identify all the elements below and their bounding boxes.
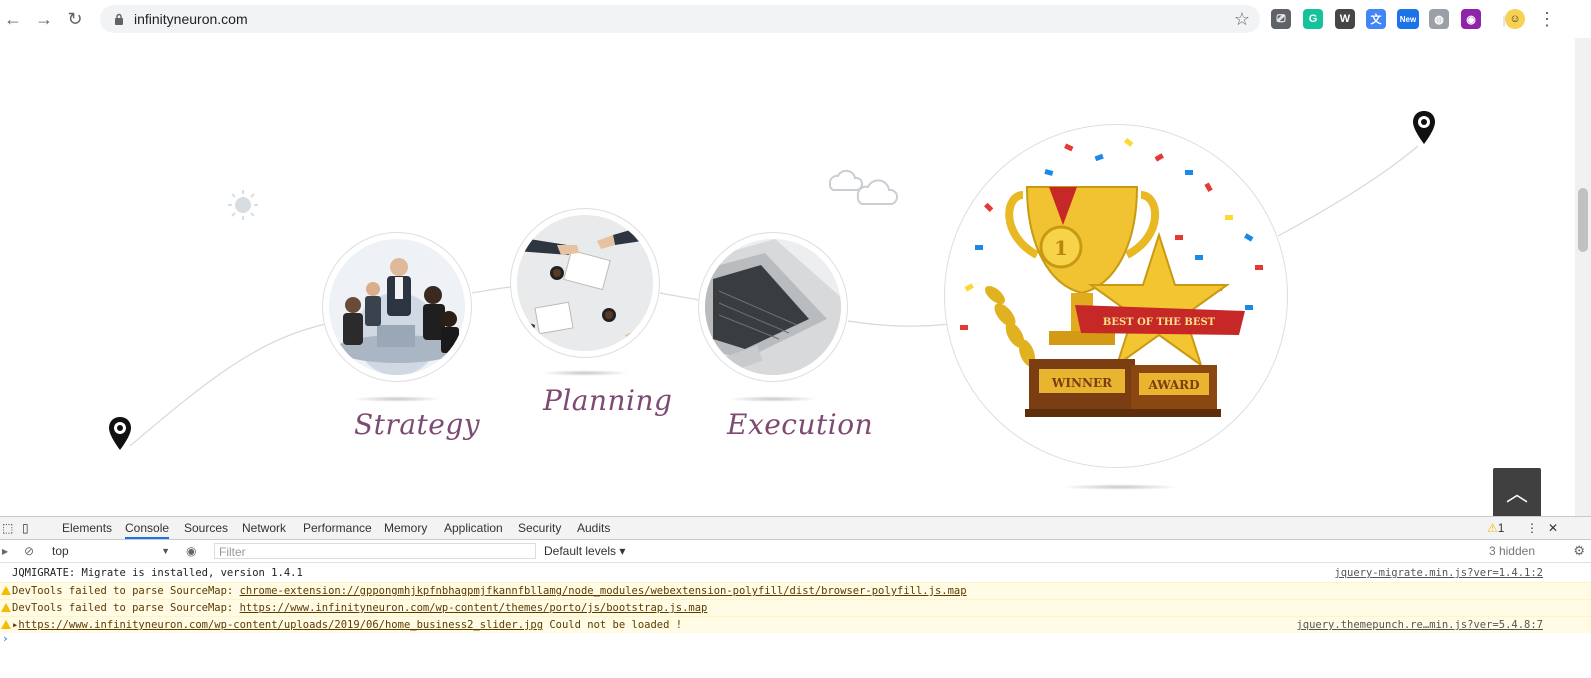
reload-button[interactable]: ↻ <box>64 8 86 30</box>
trophy-image: 1 BEST OF THE BEST WINNER AWARD <box>944 124 1288 468</box>
colorpicker-icon[interactable]: ◉ <box>1461 9 1481 29</box>
console-log-row: JQMIGRATE: Migrate is installed, version… <box>0 565 1591 582</box>
back-to-top-button[interactable]: ︿ <box>1493 468 1541 516</box>
console-warning-row: ▸https://www.infinityneuron.com/wp-conte… <box>0 616 1591 633</box>
warning-icon <box>1 603 11 612</box>
gear-icon[interactable]: ⚙ <box>1573 542 1585 560</box>
grammarly-icon[interactable]: G <box>1303 9 1323 29</box>
meeting-people-illustration <box>336 258 460 363</box>
tab-application[interactable]: Application <box>444 517 503 539</box>
sourcemap-link[interactable]: https://www.infinityneuron.com/wp-conten… <box>240 602 708 614</box>
sidebar-toggle-icon[interactable]: ▸ <box>2 542 8 560</box>
tab-audits[interactable]: Audits <box>577 517 610 539</box>
log-levels-dropdown[interactable]: Default levels ▾ <box>544 542 625 560</box>
warning-icon <box>1 586 11 595</box>
warning-icon <box>1 620 11 629</box>
plaque-award: AWARD <box>1147 378 1199 392</box>
medal-number: 1 <box>1054 236 1068 260</box>
plaque-winner: WINNER <box>1051 376 1113 390</box>
filter-input[interactable]: Filter <box>214 543 536 559</box>
strategy-image <box>322 232 472 382</box>
sun-icon <box>228 190 258 220</box>
map-pin-icon <box>109 417 131 450</box>
banner-text: BEST OF THE BEST <box>1103 317 1216 328</box>
map-pin-icon <box>1413 111 1435 144</box>
trophy-illustration: 1 BEST OF THE BEST WINNER AWARD <box>960 137 1263 417</box>
reload-icon: ↻ <box>67 8 83 29</box>
step-label-planning: Planning <box>543 384 673 417</box>
tab-console[interactable]: Console <box>125 517 170 539</box>
arrow-left-icon: ← <box>4 8 22 29</box>
chevron-down-icon: ▼ <box>161 546 170 556</box>
eye-icon[interactable]: ◉ <box>186 542 196 560</box>
profile-avatar[interactable]: ☺ <box>1505 9 1525 29</box>
log-source-link[interactable]: jquery.themepunch.re…min.js?ver=5.4.8:7 <box>1296 617 1543 634</box>
context-select[interactable]: top ▼ <box>52 542 170 560</box>
cast-icon[interactable]: ⎚ <box>1271 9 1291 29</box>
hidden-count: 3 hidden <box>1488 544 1535 558</box>
desk-papers-illustration <box>517 215 653 351</box>
tab-sources[interactable]: Sources <box>184 517 228 539</box>
devtools-menu-icon[interactable]: ⋮ <box>1526 517 1538 539</box>
tab-elements[interactable]: Elements <box>62 517 112 539</box>
web-page: Strategy Planning Execution 1 BEST OF TH… <box>0 38 1591 516</box>
scrollbar-thumb[interactable] <box>1578 188 1588 252</box>
log-source-link[interactable]: jquery-migrate.min.js?ver=1.4.1:2 <box>1334 565 1543 582</box>
step-label-strategy: Strategy <box>354 408 481 441</box>
bookmark-star-icon[interactable]: ☆ <box>1234 9 1250 30</box>
device-toggle-icon[interactable]: ▯ <box>22 517 36 539</box>
console-warning-row: DevTools failed to parse SourceMap: chro… <box>0 582 1591 599</box>
trophy-shadow <box>1060 484 1180 490</box>
browser-menu-button[interactable]: ⋮ <box>1536 8 1558 30</box>
execution-image <box>698 232 848 382</box>
planning-image <box>510 208 660 358</box>
address-bar[interactable]: infinityneuron.com ☆ <box>100 5 1260 33</box>
execution-shadow <box>728 396 818 402</box>
inspect-icon[interactable]: ⬚ <box>2 517 16 539</box>
console-warning-row: DevTools failed to parse SourceMap: http… <box>0 599 1591 616</box>
warning-icon: ⚠ <box>1487 521 1498 535</box>
globe-icon[interactable]: ◍ <box>1429 9 1449 29</box>
arrow-right-icon: → <box>35 8 53 29</box>
back-button[interactable]: ← <box>2 8 24 30</box>
wordpress-icon[interactable]: W <box>1335 9 1355 29</box>
new-extension-icon[interactable]: New <box>1397 9 1419 29</box>
step-label-execution: Execution <box>727 408 874 441</box>
console-toolbar: ▸ ⊘ top ▼ ◉ Filter Default levels ▾ 3 hid… <box>0 540 1591 563</box>
kebab-menu-icon: ⋮ <box>1538 8 1556 29</box>
console-prompt-icon[interactable]: › <box>2 632 9 645</box>
chevron-up-icon: ︿ <box>1505 481 1528 506</box>
page-scrollbar[interactable] <box>1575 38 1591 516</box>
clouds-icon <box>828 169 899 205</box>
tab-memory[interactable]: Memory <box>384 517 427 539</box>
tab-network[interactable]: Network <box>242 517 286 539</box>
devtools-tabbar: ⬚ ▯ Elements Console Sources Network Perform… <box>0 517 1591 540</box>
planning-shadow <box>540 370 630 376</box>
image-url-link[interactable]: https://www.infinityneuron.com/wp-conten… <box>18 619 543 631</box>
devtools-panel: ⬚ ▯ Elements Console Sources Network Perform… <box>0 516 1591 678</box>
laptop-illustration <box>705 239 841 375</box>
strategy-shadow <box>352 396 442 402</box>
warning-counter[interactable]: ⚠1 <box>1487 517 1504 539</box>
url-text: infinityneuron.com <box>134 11 248 27</box>
close-icon[interactable]: ✕ <box>1548 517 1558 539</box>
translate-icon[interactable]: 文 <box>1366 9 1386 29</box>
clear-console-icon[interactable]: ⊘ <box>24 542 34 560</box>
laurel <box>985 286 1036 367</box>
sourcemap-link[interactable]: chrome-extension://gppongmhjkpfnbhagpmjf… <box>240 585 967 597</box>
lock-icon <box>112 12 126 26</box>
tab-security[interactable]: Security <box>518 517 561 539</box>
tab-performance[interactable]: Performance <box>303 517 372 539</box>
browser-toolbar: ← → ↻ infinityneuron.com ☆ ⎚ G W 文 New ◍ ◉ | ☺… <box>0 0 1591 39</box>
forward-button[interactable]: → <box>33 8 55 30</box>
